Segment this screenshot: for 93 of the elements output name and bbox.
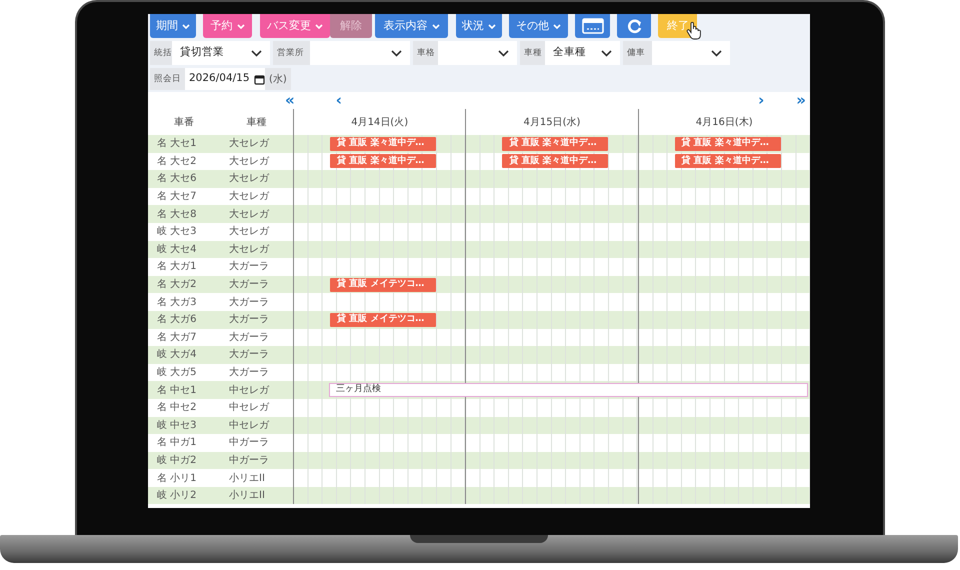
table-cell-text: 中セレガ [228,418,270,433]
filter-label: 傭車 [623,41,652,65]
table-cell-text: 小リエII [228,472,266,486]
booking-bar[interactable]: 貸 直販 メイテツコ… [330,312,436,327]
table-cell-text: 大セレガ [228,136,270,152]
table-cell-text: 大セレガ [228,242,270,257]
caret-icon [182,22,190,30]
table-cell-text: 岐 大ガ4 [156,348,198,362]
table-cell-text: 大ガーラ [228,312,270,328]
chevron-icon [251,49,262,57]
table-cell-text: 大ガーラ [228,366,270,380]
card-icon [582,18,604,34]
filter-label: 車格 [413,41,438,65]
table-cell-text: 中セレガ [228,384,270,398]
booking-bar[interactable]: 貸 直販 メイテツコ… [330,278,436,292]
table-cell-text: 岐 中セ3 [156,418,198,433]
menu-button[interactable]: 予約 [203,14,252,38]
table-cell-text: 大セレガ [228,208,270,222]
filter-label: 営業所 [273,41,310,65]
caret-icon [488,22,496,30]
table-cell-text: 名 大ガ3 [156,296,198,310]
chevron-icon [601,49,612,57]
column-header: 車番 [173,116,195,130]
menu-button[interactable]: その他 [509,14,568,38]
table-cell-text: 岐 大セ4 [156,242,198,257]
booking-bar[interactable]: 貸 直販 楽々道中デ… [330,136,436,151]
table-cell-text: 名 小リ1 [156,472,198,486]
weekday-label: (水) [265,68,291,90]
date-field[interactable]: 2026/04/15 [185,68,265,90]
calendar-icon [254,74,265,84]
date-label: 照会日 [150,68,185,90]
table-cell-text: 大ガーラ [228,330,270,345]
table-cell-text: 岐 大ガ5 [156,366,198,380]
table-cell-text: 大セレガ [228,190,270,204]
caret-icon [553,22,561,30]
filter-label: 統括 [150,41,172,65]
table-cell-text: 名 大ガ1 [156,260,198,274]
table-cell-text: 名 大セ7 [156,190,198,204]
first-page-link[interactable]: « [285,89,295,112]
table-cell-text: 名 大ガ7 [156,330,198,345]
table-cell-text: 大セレガ [228,154,270,169]
refresh-button[interactable] [617,14,651,38]
table-cell-text: 名 大セ6 [156,172,198,186]
column-header: 車種 [246,116,268,130]
previous-link[interactable]: ‹ [336,89,342,112]
booking-bar[interactable]: 貸 直販 楽々道中デ… [674,136,781,151]
booking-bar[interactable]: 貸 直販 楽々道中デ… [330,154,436,168]
chevron-icon [391,49,402,57]
caret-icon [236,22,244,30]
table-cell-text: 名 大セ1 [156,136,198,152]
menu-button[interactable]: 期間 [150,14,196,38]
table-cell-text: 中セレガ [228,400,270,416]
chevron-icon [498,49,509,57]
select-field[interactable]: 貸切営業 [172,41,270,65]
refresh-icon [626,18,642,34]
table-cell-text: 岐 中ガ2 [156,454,198,468]
hand-pointer-icon [686,22,702,40]
table-cell-text: 岐 大セ3 [156,224,198,240]
select-field[interactable] [438,41,517,65]
caret-icon [432,22,440,30]
inspection-bar[interactable]: 三ヶ月点検 [329,382,808,397]
caret-icon [315,22,323,30]
booking-bar[interactable]: 貸 直販 楽々道中デ… [674,154,781,168]
table-cell-text: 名 大セ8 [156,208,198,222]
select-field[interactable]: 全車種 [545,41,620,65]
booking-bar[interactable]: 貸 直販 楽々道中デ… [502,136,608,151]
menu-button[interactable]: 状況 [456,14,502,38]
table-cell-text: 名 中ガ1 [156,436,198,450]
table-cell-text: 大セレガ [228,172,270,186]
table-cell-text: 中ガーラ [228,454,270,468]
select-field[interactable] [652,41,730,65]
table-cell-text: 大ガーラ [228,296,270,310]
chevron-icon [711,49,722,57]
table-cell-text: 名 中セ2 [156,400,198,416]
table-cell-text: 名 中セ1 [156,384,198,398]
select-field[interactable] [310,41,410,65]
table-cell-text: 大ガーラ [228,260,270,274]
next-link[interactable]: › [758,89,764,112]
card-view-button[interactable] [575,14,610,38]
table-cell-text: 大セレガ [228,224,270,240]
table-cell-text: 名 大セ2 [156,154,198,169]
menu-button[interactable]: 表示内容 [375,14,448,38]
table-cell-text: 小リエII [228,488,266,504]
menu-button[interactable]: バス変更 [260,14,330,38]
table-cell-text: 名 大ガ6 [156,312,198,328]
booking-bar[interactable]: 貸 直販 楽々道中デ… [502,154,608,168]
filter-label: 車種 [520,41,545,65]
last-page-link[interactable]: » [796,89,806,112]
table-cell-text: 岐 小リ2 [156,488,198,504]
table-cell-text: 中ガーラ [228,436,270,450]
table-cell-text: 名 大ガ2 [156,278,198,292]
table-cell-text: 大ガーラ [228,278,270,292]
table-cell-text: 大ガーラ [228,348,270,362]
